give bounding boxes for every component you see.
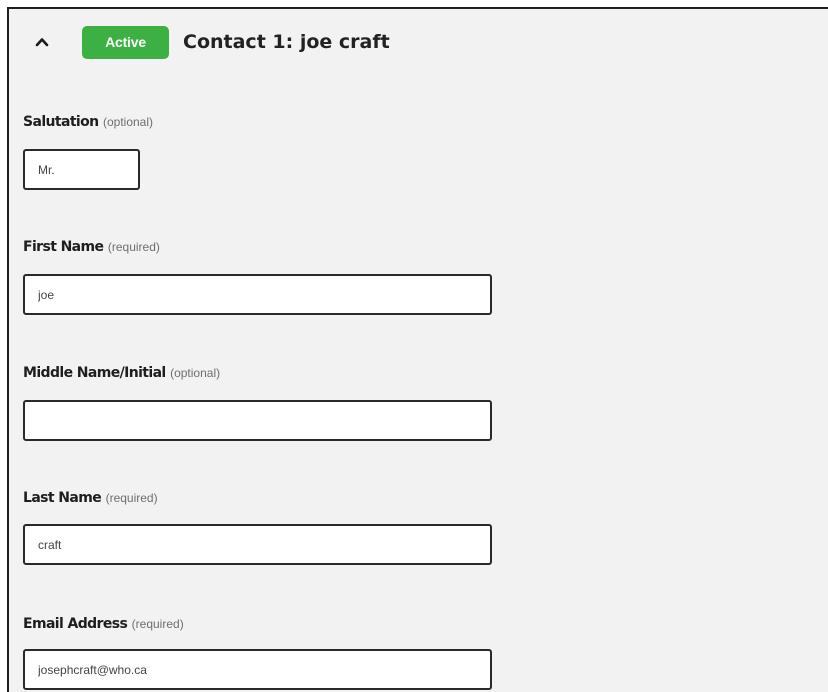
first-name-label-text: First Name <box>23 239 104 255</box>
first-name-hint: (required) <box>107 240 160 254</box>
last-name-hint: (required) <box>105 491 158 505</box>
collapse-button[interactable] <box>31 31 53 53</box>
contact-panel: Active Contact 1: joe craft Salutation (… <box>7 7 828 692</box>
first-name-label: First Name (required) <box>23 237 160 257</box>
first-name-input[interactable] <box>23 274 492 315</box>
email-label: Email Address (required) <box>23 614 184 634</box>
email-hint: (required) <box>131 617 184 631</box>
last-name-label: Last Name (required) <box>23 488 158 508</box>
middle-name-label-text: Middle Name/Initial <box>23 365 166 381</box>
middle-name-label: Middle Name/Initial (optional) <box>23 363 220 383</box>
last-name-input[interactable] <box>23 524 492 565</box>
salutation-input[interactable] <box>23 149 140 190</box>
email-label-text: Email Address <box>23 616 128 632</box>
contact-header: Active Contact 1: joe craft <box>9 9 828 79</box>
last-name-label-text: Last Name <box>23 490 102 506</box>
salutation-label-text: Salutation <box>23 114 99 130</box>
middle-name-hint: (optional) <box>170 366 221 380</box>
salutation-label: Salutation (optional) <box>23 112 153 132</box>
contact-title: Contact 1: joe craft <box>183 31 390 53</box>
middle-name-input[interactable] <box>23 400 492 441</box>
chevron-up-icon <box>35 38 49 47</box>
email-input[interactable] <box>23 649 492 690</box>
salutation-hint: (optional) <box>102 115 153 129</box>
status-badge: Active <box>82 26 169 59</box>
